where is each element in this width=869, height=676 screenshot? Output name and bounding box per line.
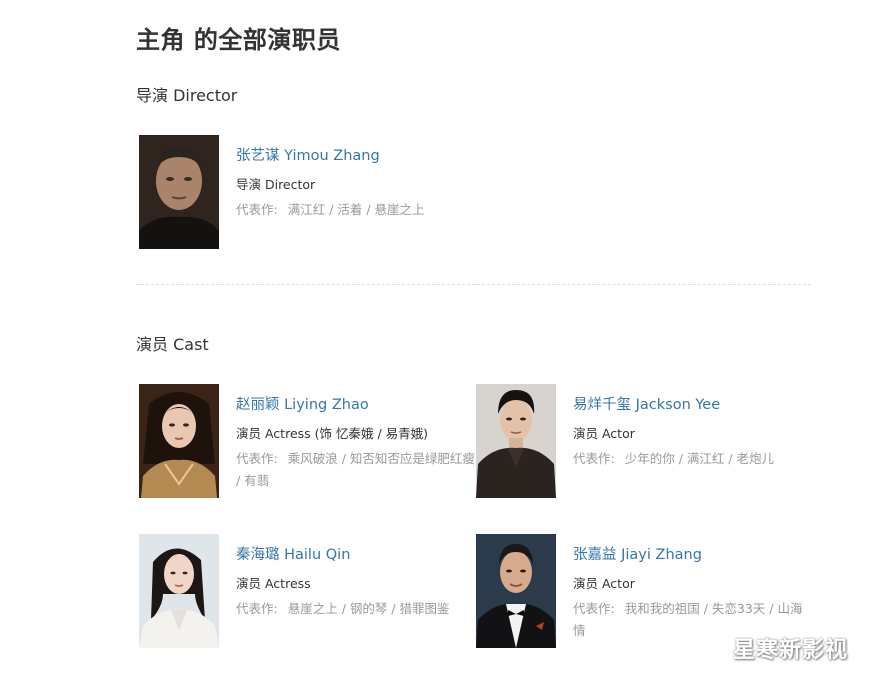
person-role: 演员 Actor (573, 576, 635, 591)
avatar-photo-qin[interactable] (139, 534, 219, 648)
avatar-photo-zhang[interactable] (476, 534, 556, 648)
avatar-photo-zhao[interactable] (139, 384, 219, 498)
person-role: 演员 Actor (573, 426, 635, 441)
works-list: 满江红 / 活着 / 悬崖之上 (287, 202, 425, 217)
page-title: 主角 的全部演职员 (136, 26, 341, 54)
person-works: 代表作: 满江红 / 活着 / 悬崖之上 (236, 199, 476, 221)
avatar-photo-director[interactable] (139, 135, 219, 249)
person-role: 导演 Director (236, 177, 316, 192)
section-heading-cast: 演员 Cast (136, 335, 209, 354)
person-role: 演员 Actress (236, 576, 311, 591)
person-name-link[interactable]: 秦海璐 Hailu Qin (236, 543, 350, 564)
avatar-photo-yee[interactable] (476, 384, 556, 498)
person-works: 代表作: 悬崖之上 / 钢的琴 / 猎罪图鉴 (236, 598, 476, 620)
section-divider (136, 284, 811, 285)
person-name-link[interactable]: 易烊千玺 Jackson Yee (573, 393, 720, 414)
works-label: 代表作: (236, 601, 278, 616)
works-list: 少年的你 / 满江红 / 老炮儿 (624, 451, 775, 466)
watermark-text: 星寒新影视 (733, 638, 849, 663)
works-label: 代表作: (236, 202, 278, 217)
person-role: 演员 Actress (饰 忆秦娥 / 易青娥) (236, 426, 429, 441)
works-list: 悬崖之上 / 钢的琴 / 猎罪图鉴 (287, 601, 450, 616)
person-works: 代表作: 乘风破浪 / 知否知否应是绿肥红瘦 / 有翡 (236, 448, 476, 492)
works-label: 代表作: (236, 451, 278, 466)
works-label: 代表作: (573, 451, 615, 466)
person-name-link[interactable]: 赵丽颖 Liying Zhao (236, 393, 369, 414)
page: 主角 的全部演职员 导演 Director 张艺谋 Yimou Zhang 导演… (0, 0, 869, 676)
person-works: 代表作: 少年的你 / 满江红 / 老炮儿 (573, 448, 813, 470)
works-label: 代表作: (573, 601, 615, 616)
person-name-link[interactable]: 张艺谋 Yimou Zhang (236, 144, 380, 165)
section-heading-director: 导演 Director (136, 86, 238, 105)
person-name-link[interactable]: 张嘉益 Jiayi Zhang (573, 543, 702, 564)
